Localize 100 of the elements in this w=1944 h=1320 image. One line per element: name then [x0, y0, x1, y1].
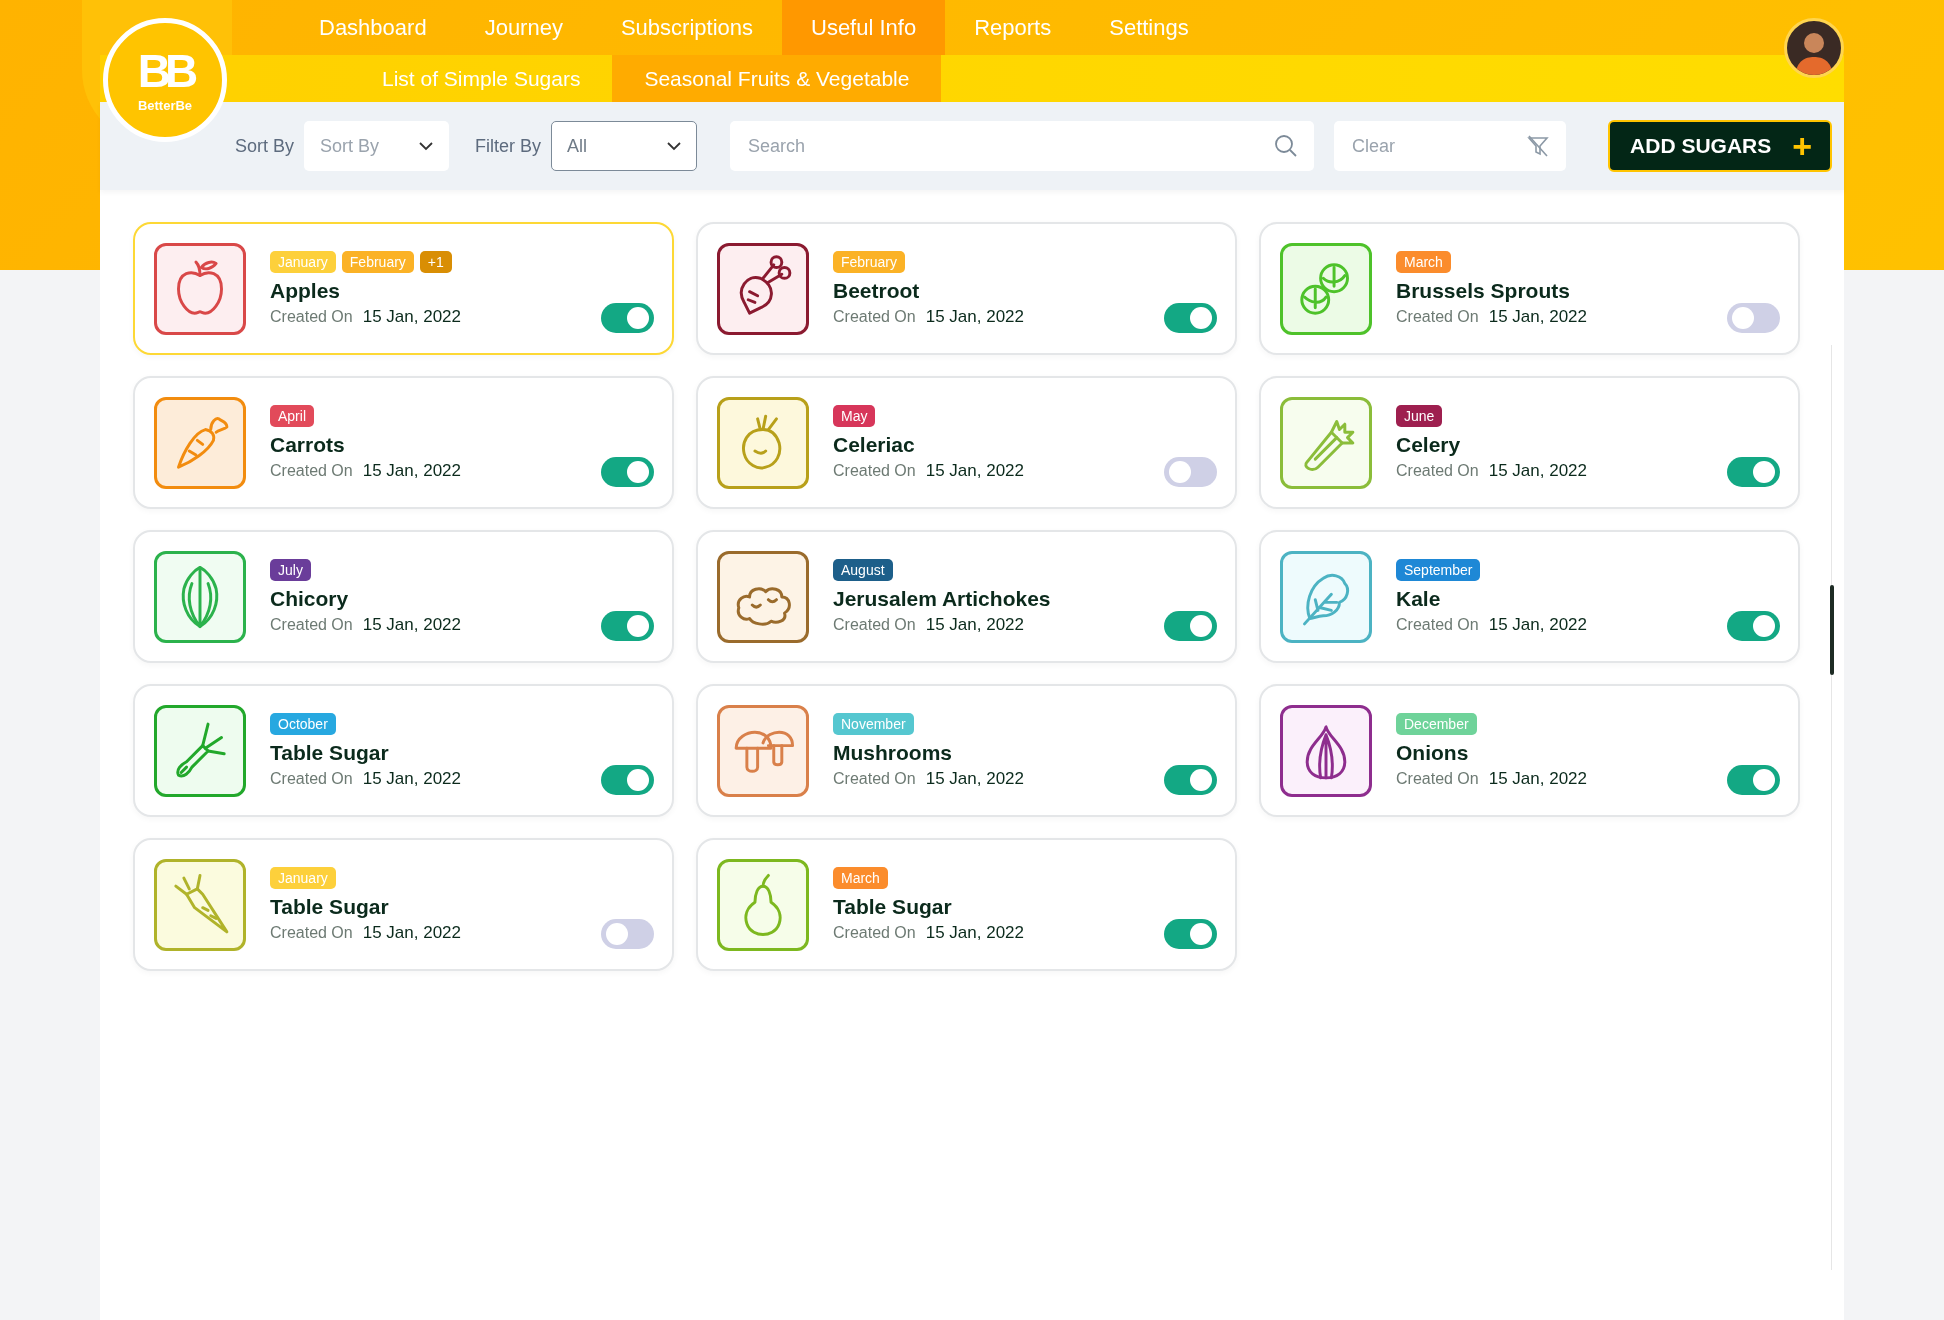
month-tag: March	[833, 866, 888, 889]
item-name: Jerusalem Artichokes	[833, 586, 1052, 611]
search-icon	[1274, 134, 1299, 158]
product-card[interactable]: December Onions Created On 15 Jan, 2022	[1259, 684, 1800, 817]
item-name: Chicory	[270, 586, 350, 611]
mushroom-icon	[717, 704, 809, 797]
created-date: 15 Jan, 2022	[925, 460, 1025, 481]
product-card[interactable]: October Table Sugar Created On 15 Jan, 2022	[133, 684, 674, 817]
item-name: Table Sugar	[833, 894, 953, 919]
product-card[interactable]: March Table Sugar Created On 15 Jan, 2022	[696, 838, 1237, 971]
created-date: 15 Jan, 2022	[362, 460, 462, 481]
created-label: Created On	[270, 307, 353, 326]
toggle-switch[interactable]	[601, 457, 654, 487]
item-name: Celery	[1396, 432, 1462, 457]
item-name: Brussels Sprouts	[1396, 278, 1571, 303]
caret-icon	[419, 141, 434, 151]
created-label: Created On	[270, 615, 353, 634]
add-sugars-button[interactable]: ADD SUGARS +	[1608, 120, 1833, 172]
toggle-switch[interactable]	[1164, 765, 1217, 795]
month-tag: March	[1396, 250, 1451, 273]
toggle-switch[interactable]	[1727, 765, 1780, 795]
item-name: Table Sugar	[270, 740, 390, 765]
month-tag: February	[833, 250, 906, 273]
created-date: 15 Jan, 2022	[925, 614, 1025, 635]
created-label: Created On	[1396, 461, 1479, 480]
month-tag: February	[341, 250, 414, 273]
month-tag: May	[833, 404, 876, 427]
product-card[interactable]: April Carrots Created On 15 Jan, 2022	[133, 376, 674, 509]
created-label: Created On	[1396, 615, 1479, 634]
created-date: 15 Jan, 2022	[1488, 460, 1588, 481]
month-tag: August	[833, 558, 893, 581]
product-card[interactable]: January February +1 Apples Created On 15 Jan, 2022	[133, 222, 674, 355]
product-card[interactable]: September Kale Created On 15 Jan, 2022	[1259, 530, 1800, 663]
logo-name: BetterBe	[137, 97, 193, 113]
month-tag: December	[1396, 712, 1477, 735]
toggle-switch[interactable]	[1727, 457, 1780, 487]
created-date: 15 Jan, 2022	[362, 922, 462, 943]
month-tag: January	[270, 866, 336, 889]
clear-field[interactable]: Clear	[1334, 121, 1567, 171]
product-card[interactable]: May Celeriac Created On 15 Jan, 2022	[696, 376, 1237, 509]
product-card[interactable]: August Jerusalem Artichokes Created On 15 Jan, 2022	[696, 530, 1237, 663]
created-date: 15 Jan, 2022	[1488, 768, 1588, 789]
created-label: Created On	[833, 307, 916, 326]
toggle-switch[interactable]	[1727, 303, 1780, 333]
month-tag: October	[270, 712, 336, 735]
month-tag: November	[833, 712, 914, 735]
created-date: 15 Jan, 2022	[925, 922, 1025, 943]
item-name: Mushrooms	[833, 740, 953, 765]
created-label: Created On	[833, 615, 916, 634]
product-card[interactable]: November Mushrooms Created On 15 Jan, 2022	[696, 684, 1237, 817]
onion-icon	[1280, 704, 1372, 797]
created-date: 15 Jan, 2022	[1488, 306, 1588, 327]
product-card[interactable]: July Chicory Created On 15 Jan, 2022	[133, 530, 674, 663]
toggle-switch[interactable]	[1164, 303, 1217, 333]
avatar[interactable]	[1784, 18, 1844, 78]
toggle-switch[interactable]	[601, 765, 654, 795]
kale-icon	[1280, 550, 1372, 643]
item-name: Kale	[1396, 586, 1442, 611]
ginger-icon	[717, 550, 809, 643]
item-name: Carrots	[270, 432, 346, 457]
apple-icon	[154, 242, 246, 335]
item-name: Celeriac	[833, 432, 916, 457]
beet-icon	[717, 242, 809, 335]
logo-mark: BB	[137, 47, 193, 94]
created-label: Created On	[1396, 307, 1479, 326]
chicory-icon	[154, 550, 246, 643]
toggle-switch[interactable]	[601, 611, 654, 641]
month-tag: January	[270, 250, 336, 273]
created-label: Created On	[833, 923, 916, 942]
celeriac-icon	[717, 396, 809, 489]
product-card[interactable]: January Table Sugar Created On 15 Jan, 2022	[133, 838, 674, 971]
month-tag: +1	[419, 250, 452, 273]
toggle-switch[interactable]	[601, 919, 654, 949]
toggle-switch[interactable]	[1164, 919, 1217, 949]
product-card[interactable]: February Beetroot Created On 15 Jan, 2022	[696, 222, 1237, 355]
pear-icon	[717, 858, 809, 951]
scrollbar-thumb[interactable]	[1830, 585, 1834, 675]
item-name: Beetroot	[833, 278, 921, 303]
created-label: Created On	[270, 461, 353, 480]
product-card[interactable]: March Brussels Sprouts Created On 15 Jan, 2022	[1259, 222, 1800, 355]
created-date: 15 Jan, 2022	[925, 768, 1025, 789]
filter-dropdown[interactable]: All	[551, 121, 698, 171]
product-card[interactable]: June Celery Created On 15 Jan, 2022	[1259, 376, 1800, 509]
created-date: 15 Jan, 2022	[362, 614, 462, 635]
search-field[interactable]: Search	[730, 121, 1315, 171]
created-label: Created On	[270, 769, 353, 788]
created-label: Created On	[833, 769, 916, 788]
month-tag: September	[1396, 558, 1481, 581]
toggle-switch[interactable]	[1164, 611, 1217, 641]
created-date: 15 Jan, 2022	[1488, 614, 1588, 635]
created-date: 15 Jan, 2022	[925, 306, 1025, 327]
leek-icon	[154, 704, 246, 797]
item-name: Table Sugar	[270, 894, 390, 919]
toggle-switch[interactable]	[1164, 457, 1217, 487]
month-tag: June	[1396, 404, 1443, 427]
sprouts-icon	[1280, 242, 1372, 335]
toggle-switch[interactable]	[601, 303, 654, 333]
toggle-switch[interactable]	[1727, 611, 1780, 641]
item-name: Onions	[1396, 740, 1470, 765]
carrot-icon	[154, 396, 246, 489]
